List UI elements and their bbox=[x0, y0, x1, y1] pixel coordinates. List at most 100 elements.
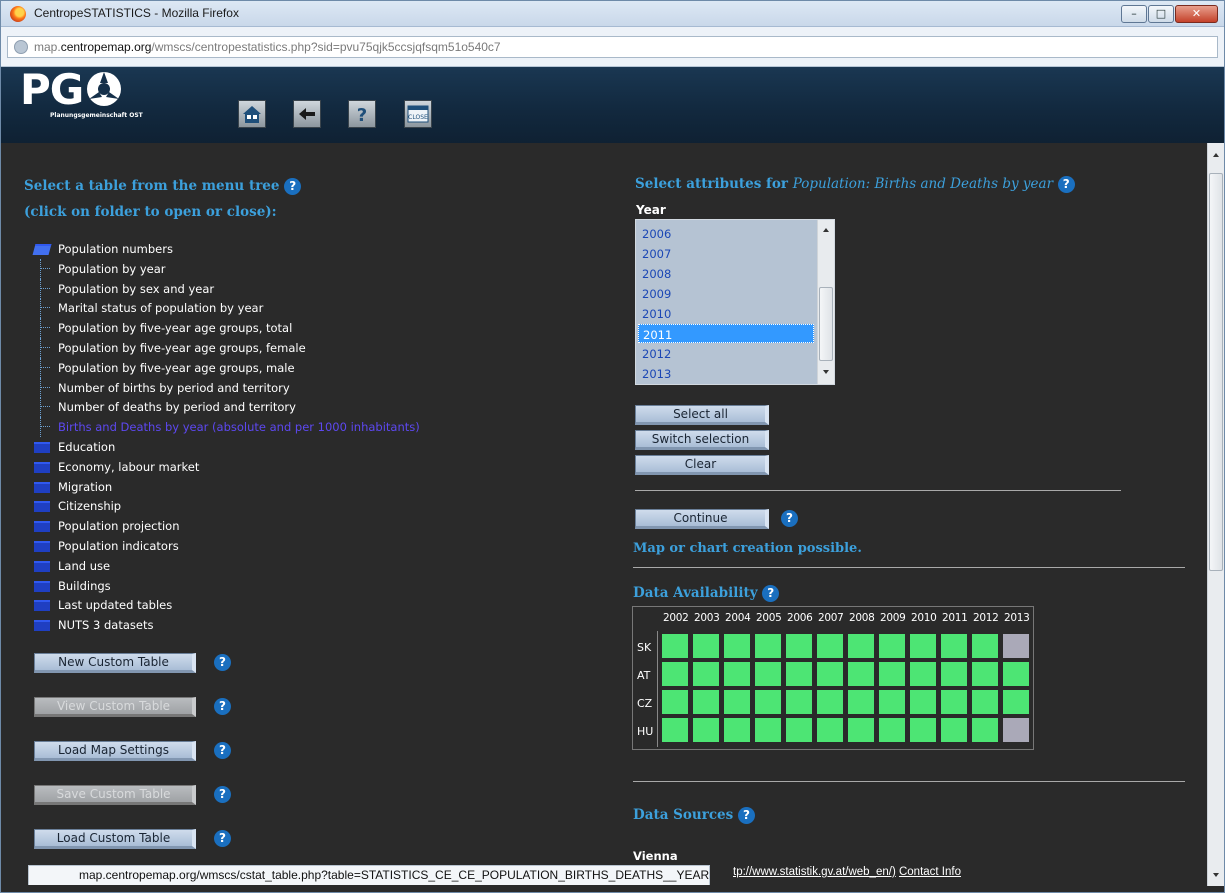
avail-year-label: 2007 bbox=[818, 612, 844, 624]
help-icon[interactable]: ? bbox=[762, 585, 780, 602]
svg-text:CLOSE: CLOSE bbox=[408, 114, 428, 121]
clear-button[interactable]: Clear bbox=[635, 455, 769, 475]
tree-item[interactable]: Number of births by period and territory bbox=[34, 377, 454, 398]
tree-item[interactable]: Number of deaths by period and territory bbox=[34, 397, 454, 418]
help-icon[interactable]: ? bbox=[214, 786, 231, 803]
avail-cell bbox=[878, 717, 906, 743]
tree-item-label: Economy, labour market bbox=[58, 459, 200, 474]
help-icon[interactable]: ? bbox=[214, 742, 231, 759]
url-field[interactable]: map.centropemap.org/wmscs/centropestatis… bbox=[7, 36, 1218, 58]
logo-wheel-icon bbox=[87, 72, 121, 106]
tree-folder[interactable]: Citizenship bbox=[34, 496, 454, 516]
tree-folder[interactable]: Migration bbox=[34, 477, 454, 497]
year-option[interactable]: 2011 bbox=[638, 324, 814, 343]
tree-folder[interactable]: Economy, labour market bbox=[34, 457, 454, 477]
tree-folder[interactable]: Population indicators bbox=[34, 536, 454, 556]
avail-cell bbox=[909, 689, 937, 715]
tree-folder[interactable]: Last updated tables bbox=[34, 595, 454, 615]
tree-subtitle: (click on folder to open or close): bbox=[24, 204, 277, 220]
tree-item-label: Population by five-year age groups, tota… bbox=[58, 321, 293, 336]
page-scrollbar[interactable] bbox=[1207, 143, 1224, 886]
help-icon[interactable]: ? bbox=[214, 698, 231, 715]
source-vienna: Vienna bbox=[633, 849, 678, 863]
load-map-settings-button[interactable]: Load Map Settings bbox=[34, 741, 196, 761]
year-option[interactable]: 2007 bbox=[638, 244, 814, 263]
load-custom-table-button[interactable]: Load Custom Table bbox=[34, 829, 196, 849]
avail-cell bbox=[847, 717, 875, 743]
year-option[interactable]: 2012 bbox=[638, 344, 814, 363]
new-custom-table-button[interactable]: New Custom Table bbox=[34, 653, 196, 673]
avail-cell bbox=[661, 633, 689, 659]
help-icon[interactable]: ? bbox=[1057, 176, 1075, 193]
help-icon[interactable]: ? bbox=[737, 807, 755, 824]
folder-icon bbox=[32, 244, 52, 255]
tree-item-label: NUTS 3 datasets bbox=[58, 618, 154, 633]
tree-item[interactable]: Births and Deaths by year (absolute and … bbox=[34, 417, 454, 438]
tree-item[interactable]: Population by sex and year bbox=[34, 278, 454, 299]
help-button[interactable]: ? bbox=[348, 100, 376, 128]
year-option[interactable]: 2006 bbox=[638, 224, 814, 243]
avail-cell bbox=[1002, 717, 1030, 743]
select-all-button[interactable]: Select all bbox=[635, 405, 769, 425]
folder-icon bbox=[34, 620, 50, 632]
contact-info-link[interactable]: Contact Info bbox=[899, 866, 961, 878]
tree-item[interactable]: Marital status of population by year bbox=[34, 298, 454, 319]
close-app-button[interactable]: CLOSE bbox=[404, 100, 432, 128]
year-option[interactable]: 2008 bbox=[638, 264, 814, 283]
switch-selection-button[interactable]: Switch selection bbox=[635, 430, 769, 450]
year-option[interactable]: 2010 bbox=[638, 304, 814, 323]
tree-folder[interactable]: Education bbox=[34, 437, 454, 457]
avail-cell bbox=[940, 633, 968, 659]
menu-tree: Population numbers Population by year Popu… bbox=[32, 239, 454, 635]
view-custom-table-button[interactable]: View Custom Table bbox=[34, 697, 196, 717]
help-icon[interactable]: ? bbox=[781, 510, 798, 527]
help-icon[interactable]: ? bbox=[214, 654, 231, 671]
avail-cell bbox=[971, 661, 999, 687]
help-icon[interactable]: ? bbox=[284, 178, 302, 195]
avail-cell bbox=[971, 717, 999, 743]
statistik-link[interactable]: tp://www.statistik.gv.at/web_en/) bbox=[733, 866, 896, 878]
data-availability-title: Data Availability ? bbox=[633, 585, 780, 602]
avail-cell bbox=[971, 689, 999, 715]
avail-cell bbox=[785, 633, 813, 659]
year-option[interactable]: 2013 bbox=[638, 364, 814, 383]
avail-year-label: 2012 bbox=[973, 612, 999, 624]
back-button[interactable] bbox=[293, 100, 321, 128]
tree-folder[interactable]: Population projection bbox=[34, 516, 454, 536]
avail-cell bbox=[692, 717, 720, 743]
help-icon[interactable]: ? bbox=[214, 830, 231, 847]
year-listbox[interactable]: 2006 2007 2008 2009 2010 2011 2012 2013 bbox=[635, 219, 835, 385]
tree-item[interactable]: Population by five-year age groups, tota… bbox=[34, 318, 454, 339]
tree-folder[interactable]: NUTS 3 datasets bbox=[34, 615, 454, 635]
close-window-button[interactable]: ✕ bbox=[1175, 5, 1218, 23]
tree-branch-icon bbox=[40, 417, 50, 438]
tree-item-label: Population by five-year age groups, male bbox=[58, 360, 295, 375]
tree-item[interactable]: Population by five-year age groups, fema… bbox=[34, 337, 454, 358]
continue-button[interactable]: Continue bbox=[635, 509, 769, 529]
folder-icon bbox=[34, 461, 50, 473]
tree-folder[interactable]: Population numbers bbox=[32, 239, 454, 259]
folder-icon bbox=[34, 580, 50, 592]
year-list-scrollbar[interactable] bbox=[817, 220, 834, 384]
tree-item-label: Number of deaths by period and territory bbox=[58, 400, 296, 415]
tree-item[interactable]: Population by five-year age groups, male bbox=[34, 357, 454, 378]
tree-item[interactable]: Population by year bbox=[34, 258, 454, 279]
folder-icon bbox=[34, 481, 50, 493]
avail-cell bbox=[940, 689, 968, 715]
divider bbox=[635, 490, 1121, 491]
home-button[interactable] bbox=[238, 100, 266, 128]
tree-item-label: Population by year bbox=[58, 261, 166, 276]
minimize-button[interactable]: – bbox=[1121, 5, 1147, 23]
avail-cell bbox=[847, 633, 875, 659]
year-option[interactable]: 2009 bbox=[638, 284, 814, 303]
maximize-button[interactable]: □ bbox=[1148, 5, 1174, 23]
window-title: CentropeSTATISTICS - Mozilla Firefox bbox=[34, 6, 239, 20]
tree-folder[interactable]: Buildings bbox=[34, 576, 454, 596]
question-icon: ? bbox=[357, 105, 367, 125]
home-icon bbox=[243, 106, 261, 123]
tree-folder[interactable]: Land use bbox=[34, 556, 454, 576]
back-arrow-icon bbox=[299, 108, 315, 120]
avail-cell bbox=[785, 661, 813, 687]
tree-item-label: Number of births by period and territory bbox=[58, 380, 290, 395]
save-custom-table-button[interactable]: Save Custom Table bbox=[34, 785, 196, 805]
